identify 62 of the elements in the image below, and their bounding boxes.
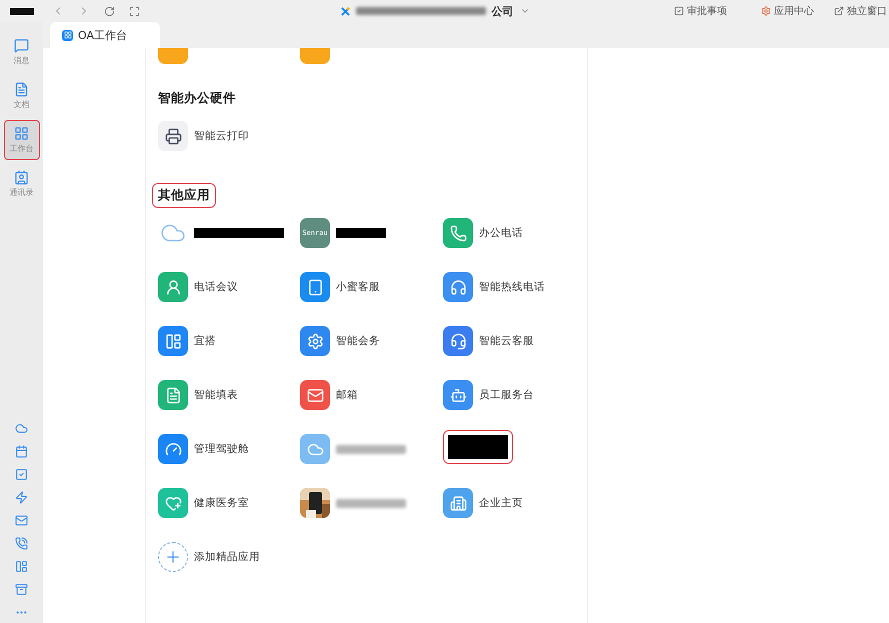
phone-icon[interactable]: [15, 537, 28, 550]
section-title: 智能办公硬件: [157, 89, 237, 107]
gauge-icon: [158, 434, 188, 464]
app-item[interactable]: 健康医务室: [158, 488, 300, 518]
org-logo-icon: [340, 6, 350, 16]
form-icon: [158, 380, 188, 410]
app-item[interactable]: 智能会务: [300, 326, 443, 356]
calendar-icon[interactable]: [15, 445, 28, 458]
grid-icon: [14, 126, 29, 141]
gear-icon: [300, 326, 330, 356]
fullscreen-icon[interactable]: [129, 6, 140, 16]
blurred-label: [336, 444, 406, 454]
app-item[interactable]: 小蜜客服: [300, 272, 443, 302]
layout-icon: [158, 326, 188, 356]
screen-icon: [300, 272, 330, 302]
app-center-icon: [761, 6, 771, 16]
app-item[interactable]: 智能热线电话: [443, 272, 583, 302]
window-icon: [834, 6, 844, 16]
cloud-icon[interactable]: [15, 422, 28, 435]
message-icon: [14, 38, 29, 53]
app-item[interactable]: 电话会议: [158, 272, 300, 302]
printer-icon: [158, 121, 188, 151]
toolbar-button[interactable]: 应用中心: [761, 4, 814, 18]
org-title[interactable]: 公司: [492, 4, 514, 18]
headset-icon: [443, 326, 473, 356]
contacts-icon: [14, 170, 29, 185]
phone-icon: [443, 218, 473, 248]
checkbox-icon: [674, 6, 684, 16]
building-icon: [443, 488, 473, 518]
app-item[interactable]: 智能云打印: [158, 121, 300, 151]
app-item[interactable]: 企业主页: [443, 488, 583, 518]
mail-icon[interactable]: [15, 514, 28, 527]
cloud-icon: [300, 434, 330, 464]
redacted-box: [336, 228, 386, 238]
toolbar-button[interactable]: 独立窗口: [834, 4, 887, 18]
layout-icon[interactable]: [15, 560, 28, 573]
tab[interactable]: OA工作台: [50, 22, 160, 48]
grid-icon: [62, 30, 73, 40]
app-item[interactable]: 宜搭: [158, 326, 300, 356]
person-icon: [158, 272, 188, 302]
app-item[interactable]: 管理驾驶舱: [158, 434, 300, 464]
app-item[interactable]: 邮箱: [300, 380, 443, 410]
app-item[interactable]: 添加精品应用: [158, 542, 300, 572]
mail-icon: [300, 380, 330, 410]
redacted-box: [443, 430, 513, 464]
plus-icon: [158, 542, 188, 572]
app-logo[interactable]: [10, 8, 34, 14]
blurred-label: [336, 498, 406, 508]
headphones-icon: [443, 272, 473, 302]
refresh-icon[interactable]: [104, 6, 115, 16]
document-icon: [14, 82, 29, 97]
app-item[interactable]: 员工服务台: [443, 380, 583, 410]
app-item[interactable]: 智能填表: [158, 380, 300, 410]
checkbox-icon[interactable]: [15, 468, 28, 481]
robot-icon: [443, 380, 473, 410]
lightning-icon[interactable]: [15, 491, 28, 504]
app-item[interactable]: 办公电话: [443, 218, 583, 248]
toolbar-button[interactable]: 审批事项: [674, 4, 727, 18]
heart-plus-icon: [158, 488, 188, 518]
section-title: 其他应用: [152, 183, 216, 208]
app-item[interactable]: 智能云客服: [443, 326, 583, 356]
box-icon[interactable]: [15, 583, 28, 596]
